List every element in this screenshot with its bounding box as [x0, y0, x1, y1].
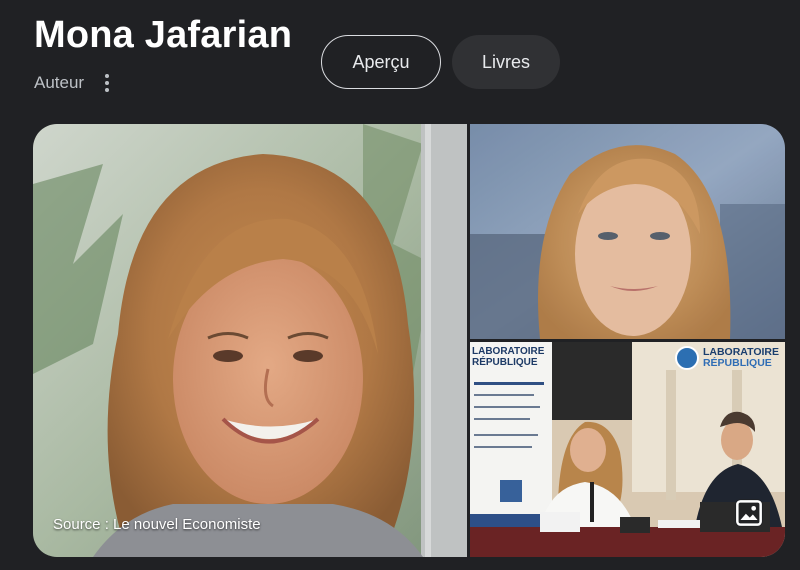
image-icon[interactable]: [735, 499, 763, 527]
image-gallery: Source : Le nouvel Economiste LABORATOIR…: [33, 124, 785, 557]
subtitle: Auteur: [34, 73, 85, 92]
banner-heading: LABORATOIRE RÉPUBLIQUE: [472, 346, 544, 368]
banner-line-1: LABORATOIRE: [472, 346, 545, 357]
knowledge-panel: Mona Jafarian Auteur Aperçu Livres Sourc…: [0, 0, 800, 570]
top-right-portrait-art: [470, 124, 785, 339]
laboratoire-logo: LABORATOIRE RÉPUBLIQUE: [674, 346, 779, 370]
image-source-caption: Source : Le nouvel Economiste: [53, 516, 261, 533]
main-portrait-image[interactable]: Source : Le nouvel Economiste: [33, 124, 467, 557]
banner-line-2: RÉPUBLIQUE: [472, 357, 538, 368]
top-right-portrait-image[interactable]: [470, 124, 785, 339]
bottom-right-event-image[interactable]: LABORATOIRE RÉPUBLIQUE LABORATOIRE RÉPUB…: [470, 342, 785, 557]
page-title: Mona Jafarian: [34, 14, 293, 56]
main-portrait-art: [33, 124, 467, 557]
image-glyph: [736, 500, 762, 526]
more-vert-icon[interactable]: [100, 72, 114, 94]
kebab-dot: [105, 74, 110, 78]
logo-text: LABORATOIRE RÉPUBLIQUE: [703, 347, 779, 369]
seal-icon: [674, 346, 699, 370]
chip-livres[interactable]: Livres: [452, 35, 560, 89]
kebab-dot: [105, 81, 110, 85]
chip-apercu[interactable]: Aperçu: [321, 35, 441, 89]
logo-line-2: RÉPUBLIQUE: [702, 357, 772, 369]
kebab-dot: [105, 88, 110, 92]
subtitle-row: Auteur: [34, 70, 114, 96]
